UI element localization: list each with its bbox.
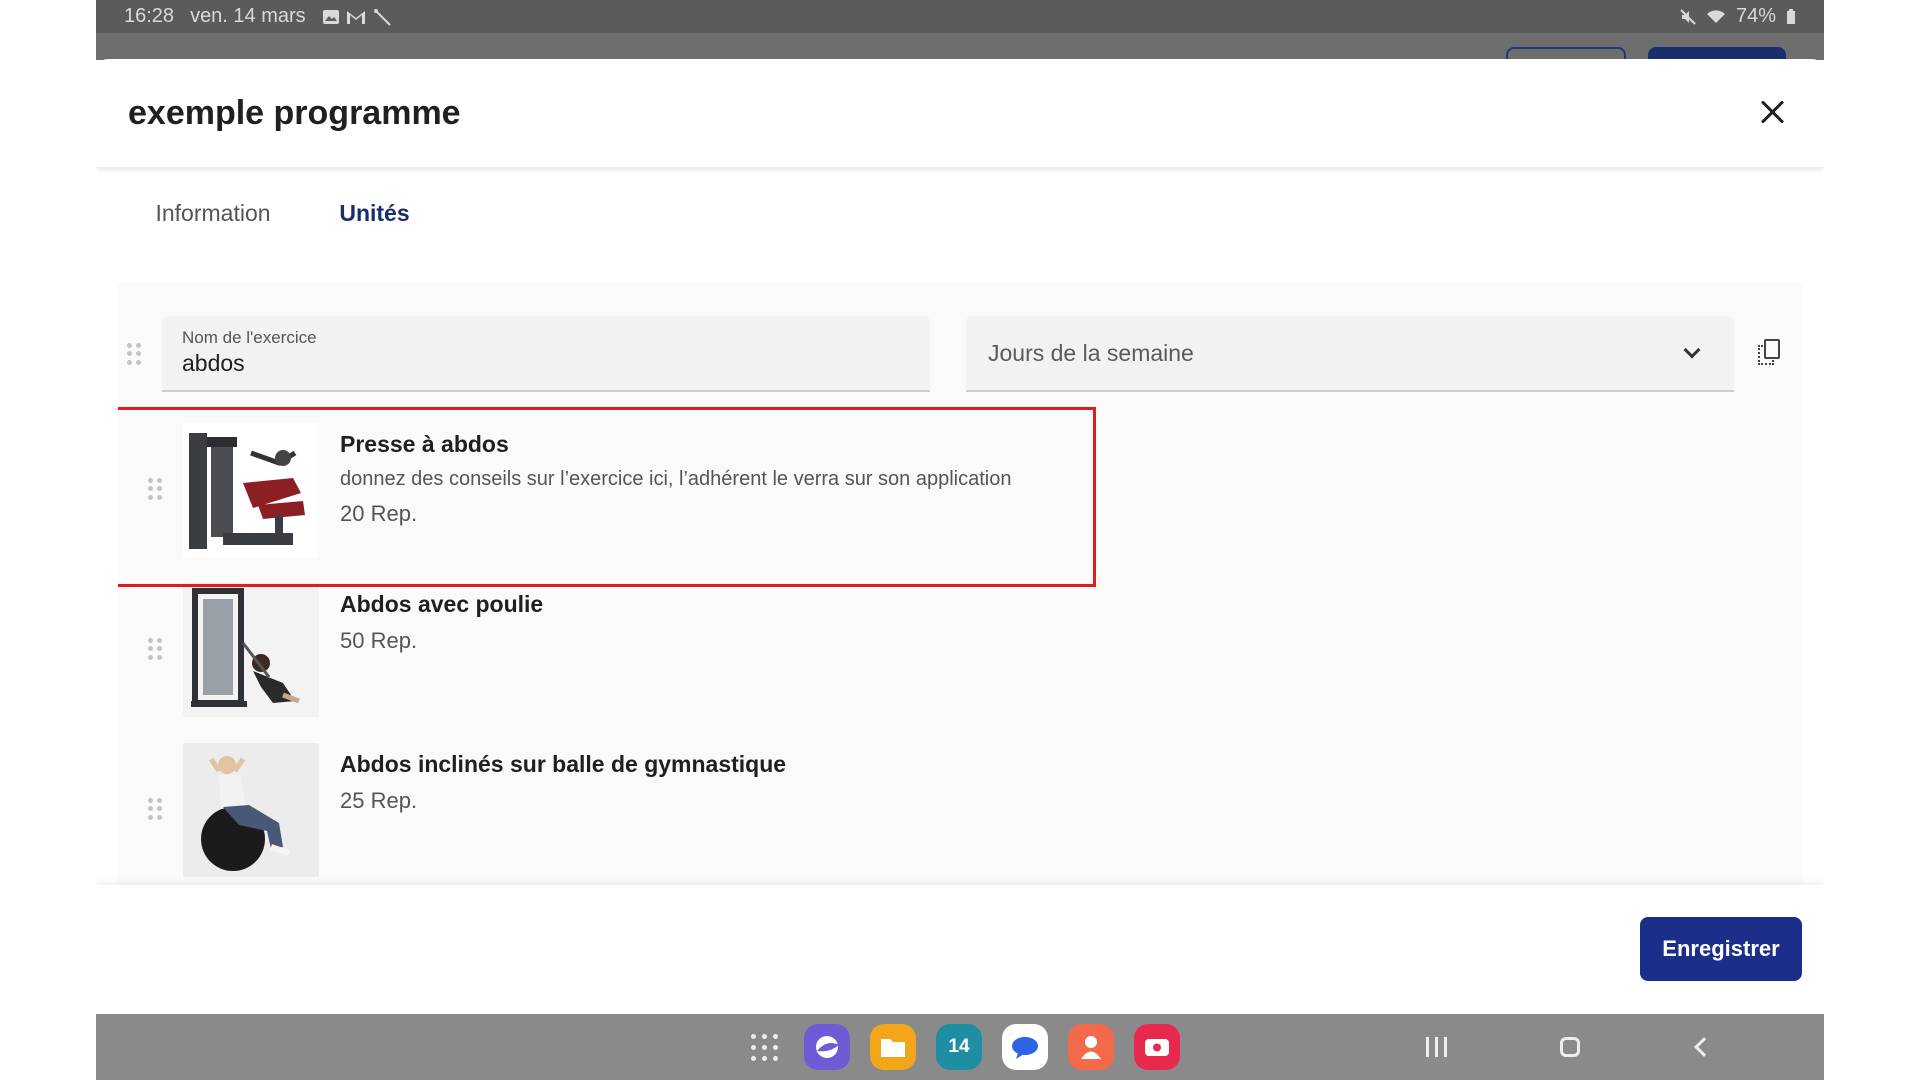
gmail-icon: [346, 10, 365, 24]
exercise-text: Abdos inclinés sur balle de gymnastique …: [340, 751, 786, 814]
wifi-icon: [1706, 9, 1725, 23]
exercise-name-input[interactable]: [182, 350, 910, 377]
magic-wand-icon: [373, 8, 391, 26]
modal-footer: Enregistrer: [96, 885, 1824, 1014]
exercise-name-label: Nom de l'exercice: [182, 328, 317, 347]
app-drawer-icon[interactable]: [744, 1024, 784, 1070]
home-icon[interactable]: [1540, 1014, 1600, 1080]
exercise-name-field[interactable]: Nom de l'exercice: [162, 316, 930, 392]
program-modal: exemple programme Information Unités Nom…: [96, 59, 1824, 1014]
notification-icons: [322, 8, 392, 26]
tab-unites[interactable]: Unités: [308, 153, 441, 273]
internet-browser-icon[interactable]: [804, 1024, 850, 1070]
status-time: 16:28: [124, 5, 175, 27]
cable-crunch-image: [183, 583, 319, 717]
drag-handle-icon[interactable]: [148, 478, 162, 500]
status-right: 74%: [1680, 5, 1796, 28]
my-files-icon[interactable]: [870, 1024, 916, 1070]
modal-header: exemple programme: [96, 59, 1824, 167]
tab-bar: Information Unités: [118, 167, 1802, 299]
status-date: ven. 14 mars: [190, 5, 306, 27]
status-bar: 16:28 ven. 14 mars 74%: [96, 0, 1824, 33]
tab-information[interactable]: Information: [118, 153, 308, 273]
drag-handle-icon[interactable]: [148, 638, 162, 660]
ab-crunch-machine-image: [183, 423, 319, 557]
save-button[interactable]: Enregistrer: [1640, 917, 1802, 981]
gym-ball-crunch-image: [183, 743, 319, 877]
tablet-screen: 16:28 ven. 14 mars 74% exemple programme: [96, 0, 1824, 1080]
drag-handle-icon[interactable]: [127, 343, 141, 365]
app-dock: 14: [744, 1024, 1180, 1070]
exercise-row[interactable]: Abdos avec poulie 50 Rep.: [118, 573, 1802, 717]
exercise-title: Presse à abdos: [340, 431, 509, 457]
exercise-reps: 50 Rep.: [340, 628, 418, 653]
recent-apps-icon[interactable]: [1406, 1014, 1466, 1080]
exercise-title: Abdos inclinés sur balle de gymnastique: [340, 751, 787, 777]
battery-icon: [1787, 8, 1795, 24]
screen: 16:28 ven. 14 mars 74% exemple programme: [0, 0, 1920, 1080]
units-panel: Nom de l'exercice Jours de la semaine: [118, 283, 1802, 885]
exercise-title: Abdos avec poulie: [340, 591, 544, 617]
mute-icon: [1680, 8, 1696, 25]
screen-recorder-icon[interactable]: [1134, 1024, 1180, 1070]
modal-title: exemple programme: [128, 93, 461, 132]
exercise-row[interactable]: Presse à abdos donnez des conseils sur l…: [118, 413, 1802, 557]
messages-icon[interactable]: [1002, 1024, 1048, 1070]
close-icon[interactable]: [1758, 97, 1788, 127]
exercise-text: Abdos avec poulie 50 Rep.: [340, 591, 543, 654]
chevron-down-icon: [1683, 341, 1701, 359]
duplicate-icon[interactable]: [1758, 339, 1782, 367]
exercise-text: Presse à abdos donnez des conseils sur l…: [340, 431, 1011, 527]
contacts-icon[interactable]: [1068, 1024, 1114, 1070]
back-icon[interactable]: [1674, 1014, 1734, 1080]
days-select-placeholder: Jours de la semaine: [988, 339, 1194, 366]
calendar-icon[interactable]: 14: [936, 1024, 982, 1070]
exercise-row[interactable]: Abdos inclinés sur balle de gymnastique …: [118, 733, 1802, 877]
battery-percent: 74%: [1735, 5, 1776, 27]
drag-handle-icon[interactable]: [148, 798, 162, 820]
navigation-bar: 14: [96, 1014, 1824, 1080]
exercise-reps: 20 Rep.: [340, 501, 418, 526]
gallery-icon: [322, 9, 339, 24]
exercise-reps: 25 Rep.: [340, 788, 418, 813]
days-of-week-select[interactable]: Jours de la semaine: [966, 316, 1734, 392]
exercise-description: donnez des conseils sur l’exercice ici, …: [340, 468, 1012, 490]
